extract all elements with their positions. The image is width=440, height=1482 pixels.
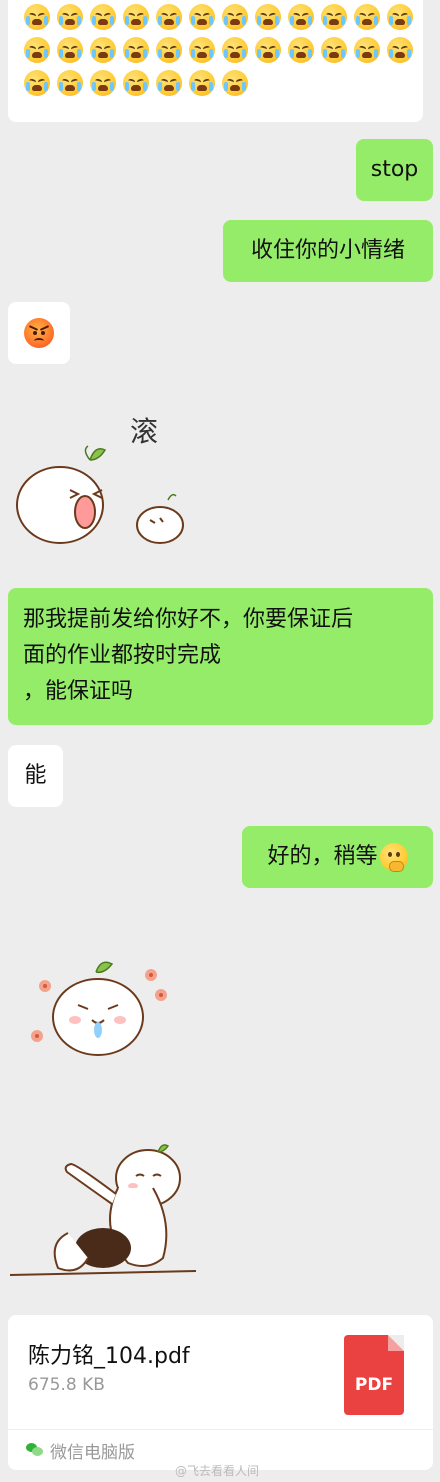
crying-face-icon — [354, 4, 380, 30]
crying-bun-sticker[interactable] — [20, 950, 180, 1070]
crying-face-icon — [57, 37, 83, 63]
crying-emoji-row — [24, 4, 413, 30]
bun-sticker-icon — [16, 445, 184, 544]
watermark: @飞去看看人间 — [175, 1464, 260, 1478]
wechat-icon — [26, 1443, 44, 1457]
crying-face-icon — [156, 4, 182, 30]
pdf-type-label: PDF — [354, 1375, 394, 1395]
crying-face-icon — [255, 37, 281, 63]
crying-face-icon — [189, 37, 215, 63]
crying-face-icon — [387, 4, 413, 30]
crying-bun-icon — [31, 961, 167, 1056]
message-line: ，能保证吗 — [23, 679, 134, 704]
file-size: 675.8 KB — [28, 1375, 105, 1395]
crying-face-icon — [24, 4, 50, 30]
crying-face-icon — [222, 37, 248, 63]
roll-sticker[interactable]: 滚 — [10, 400, 200, 560]
crying-face-icon — [288, 37, 314, 63]
crying-face-icon — [57, 4, 83, 30]
crying-face-icon — [189, 70, 215, 96]
message-text: 能 — [24, 763, 47, 788]
file-source-label: 微信电脑版 — [50, 1442, 135, 1463]
message-line: 面的作业都按时完成 — [23, 643, 222, 668]
lying-bun-sticker[interactable] — [8, 1138, 198, 1288]
file-message-card[interactable]: 陈力铭_104.pdf 675.8 KB PDF 微信电脑版 — [8, 1315, 433, 1470]
crying-emoji-row — [24, 70, 413, 96]
message-text: 好的，稍等 — [267, 844, 378, 869]
crying-face-icon — [321, 4, 347, 30]
message-line: 那我提前发给你好不，你要保证后 — [23, 607, 354, 632]
crying-face-icon — [222, 70, 248, 96]
crying-face-icon — [387, 37, 413, 63]
crying-face-icon — [123, 70, 149, 96]
message-text: stop — [370, 157, 419, 182]
crying-face-icon — [222, 4, 248, 30]
crying-face-icon — [123, 4, 149, 30]
crying-face-icon — [288, 4, 314, 30]
crying-face-icon — [156, 70, 182, 96]
crying-face-icon — [354, 37, 380, 63]
message-stop[interactable]: stop — [356, 139, 433, 201]
angry-emoji-message[interactable] — [8, 302, 70, 364]
file-name: 陈力铭_104.pdf — [28, 1344, 190, 1369]
pdf-file-icon: PDF — [344, 1335, 404, 1415]
lying-bun-icon — [9, 1144, 197, 1276]
thinking-face-icon — [379, 843, 408, 872]
crying-emoji-row — [24, 37, 413, 63]
crying-face-icon — [90, 4, 116, 30]
crying-face-icon — [90, 37, 116, 63]
angry-face-icon — [24, 318, 54, 348]
message-text: 收住你的小情绪 — [250, 238, 405, 263]
crying-face-icon — [255, 4, 281, 30]
crying-face-icon — [123, 37, 149, 63]
crying-face-icon — [321, 37, 347, 63]
crying-face-icon — [156, 37, 182, 63]
crying-face-icon — [189, 4, 215, 30]
message-calm-down[interactable]: 收住你的小情绪 — [223, 220, 433, 282]
crying-emoji-grid — [24, 4, 413, 96]
crying-face-icon — [57, 70, 83, 96]
crying-emoji-message[interactable] — [8, 0, 423, 122]
message-negotiate[interactable]: 那我提前发给你好不，你要保证后 面的作业都按时完成 ，能保证吗 — [8, 588, 433, 725]
crying-face-icon — [24, 37, 50, 63]
message-ok-wait[interactable]: 好的，稍等 — [242, 826, 433, 888]
message-can[interactable]: 能 — [8, 745, 63, 807]
crying-face-icon — [90, 70, 116, 96]
crying-face-icon — [24, 70, 50, 96]
